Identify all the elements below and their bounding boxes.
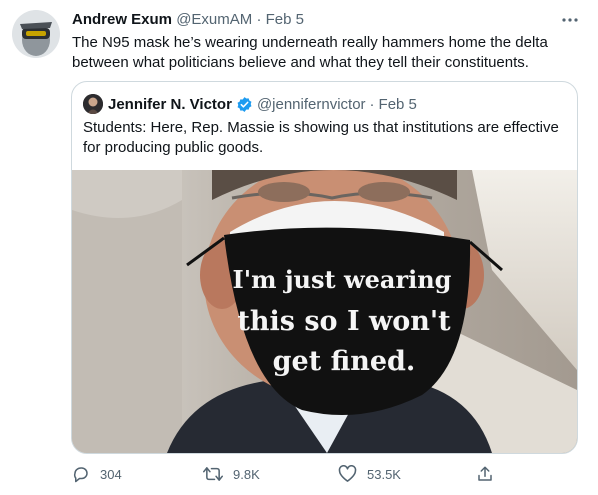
like-count: 53.5K [367,466,401,482]
retweet-icon [203,467,223,481]
quoted-author-name: Jennifer N. Victor [108,95,232,113]
quoted-tweet-photo[interactable]: I'm just wearing this so I won't get fin… [72,170,577,453]
more-options-button[interactable] [558,8,582,32]
retweet-button[interactable]: 9.8K [203,462,260,486]
quoted-tweet-date: Feb 5 [378,95,417,113]
date-separator: · [256,11,262,28]
like-button[interactable]: 53.5K [338,462,401,486]
mask-text-line-2: this so I won't [237,306,451,337]
share-button[interactable] [476,462,494,486]
verified-badge-icon [237,96,252,112]
tweet-text: The N95 mask he’s wearing underneath rea… [72,34,548,71]
tweet-date[interactable]: Feb 5 [266,11,304,28]
more-horizontal-icon [562,18,578,22]
mask-text-line-3: get fined. [273,346,416,377]
quoted-tweet[interactable]: Jennifer N. Victor @jennifernvictor · Fe… [71,81,578,454]
retweet-count: 9.8K [233,466,260,482]
quoted-author-handle: @jennifernvictor [256,95,366,113]
reply-icon [73,467,88,483]
tweet[interactable]: Andrew Exum @ExumAM · Feb 5 The N95 mask… [0,0,598,495]
quoted-tweet-header: Jennifer N. Victor @jennifernvictor · Fe… [83,94,417,114]
mask-text-line-1: I'm just wearing [233,265,452,294]
tweet-actions: 304 9.8K 53.5K [72,462,512,486]
like-icon [338,465,357,482]
share-icon [478,466,492,481]
author-handle[interactable]: @ExumAM [176,11,252,28]
author-avatar[interactable] [12,10,60,58]
tweet-header: Andrew Exum @ExumAM · Feb 5 [72,11,558,31]
quoted-author-avatar [83,94,103,114]
author-name[interactable]: Andrew Exum [72,11,172,28]
reply-button[interactable]: 304 [72,462,122,486]
reply-count: 304 [100,466,122,482]
quoted-date-separator: · [369,95,375,113]
quoted-tweet-text: Students: Here, Rep. Massie is showing u… [83,119,559,156]
